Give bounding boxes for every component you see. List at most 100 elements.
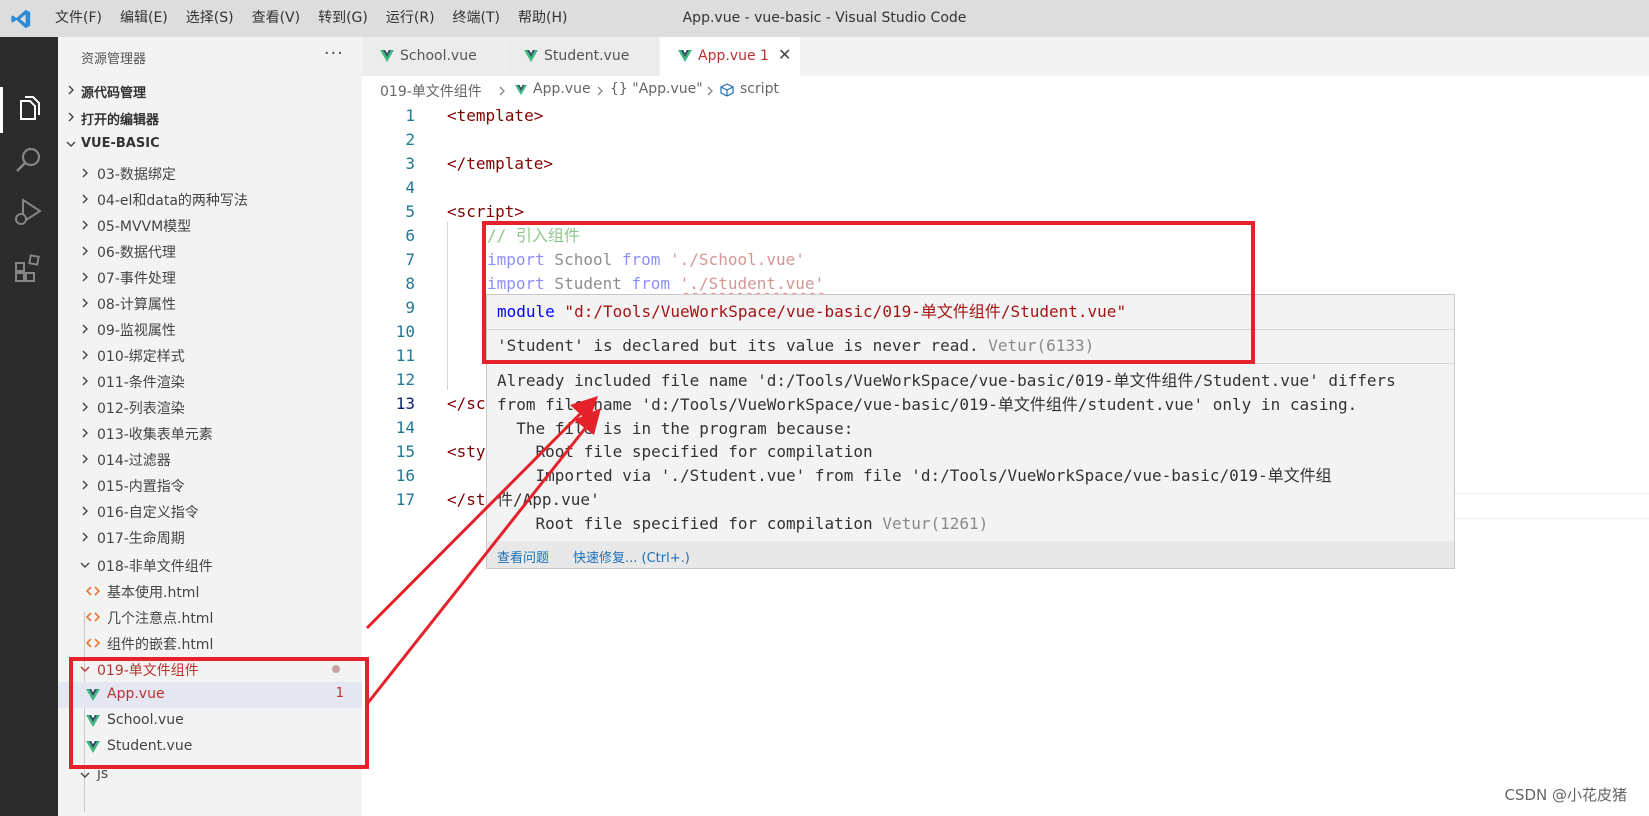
chevron-right-icon: [68, 112, 74, 122]
folder-item[interactable]: 06-数据代理: [58, 238, 362, 264]
chevron-right-icon: [597, 86, 603, 96]
sidebar-header: 资源管理器 ···: [58, 37, 362, 75]
folder-019[interactable]: 019-单文件组件: [58, 656, 362, 682]
folder-item[interactable]: 014-过滤器: [58, 446, 362, 472]
menu-run[interactable]: 运行(R): [377, 0, 444, 37]
line-number: 4: [405, 178, 415, 197]
folder-label: 09-监视属性: [97, 323, 176, 339]
folder-item[interactable]: 011-条件渲染: [58, 368, 362, 394]
folder-item[interactable]: 013-收集表单元素: [58, 420, 362, 446]
line-number: 2: [405, 130, 415, 149]
breadcrumb-module[interactable]: {} "App.vue": [610, 81, 703, 97]
folder-label: 07-事件处理: [97, 271, 176, 287]
run-debug-icon[interactable]: [12, 195, 46, 229]
menu-selection[interactable]: 选择(S): [177, 0, 243, 37]
error-line-4: Root file specified for compilation: [497, 442, 873, 461]
breadcrumb-file[interactable]: App.vue: [533, 81, 591, 97]
warning-source: Vetur(6133): [988, 336, 1095, 355]
file-school-vue[interactable]: School.vue: [58, 708, 362, 734]
view-problem-link[interactable]: 查看问题: [497, 547, 549, 566]
section-open-editors[interactable]: 打开的编辑器: [58, 104, 362, 130]
keyword-from: from: [631, 274, 671, 293]
line-number: 1: [405, 106, 415, 125]
folder-label: 014-过滤器: [97, 453, 171, 469]
chevron-right-icon: [82, 272, 88, 282]
menu-file[interactable]: 文件(F): [46, 0, 111, 37]
error-line-1: Already included file name 'd:/Tools/Vue…: [497, 371, 1396, 390]
menu-edit[interactable]: 编辑(E): [111, 0, 177, 37]
folder-label: 017-生命周期: [97, 531, 185, 547]
folder-item[interactable]: 010-绑定样式: [58, 342, 362, 368]
file-student-vue[interactable]: Student.vue: [58, 734, 362, 760]
extensions-icon[interactable]: [12, 251, 46, 285]
menu-go[interactable]: 转到(G): [309, 0, 377, 37]
code-text: </sc: [447, 394, 486, 413]
folder-label: 06-数据代理: [97, 245, 176, 261]
folder-item[interactable]: 012-列表渲染: [58, 394, 362, 420]
tab-school-vue[interactable]: School.vue: [362, 37, 506, 76]
folder-item[interactable]: 08-计算属性: [58, 290, 362, 316]
line-number: 10: [395, 322, 415, 341]
tab-app-vue[interactable]: App.vue 1 ✕: [660, 37, 801, 76]
sidebar-title: 资源管理器: [81, 52, 147, 67]
file-basic-html[interactable]: 基本使用.html: [58, 578, 362, 604]
code-line-6: 6 // 引入组件: [362, 224, 1649, 248]
folder-label: 015-内置指令: [97, 479, 185, 495]
menu-view[interactable]: 查看(V): [243, 0, 310, 37]
code-line-5: 5 <script>: [362, 200, 1649, 224]
file-label: 组件的嵌套.html: [107, 637, 214, 653]
search-icon[interactable]: [12, 143, 46, 177]
folder-item[interactable]: 016-自定义指令: [58, 498, 362, 524]
breadcrumb: 019-单文件组件 App.vue {} "App.vue" script: [362, 76, 1649, 104]
chevron-down-icon: [80, 772, 90, 778]
code-line-2: 2: [362, 128, 1649, 152]
folder-label: 05-MVVM模型: [97, 219, 192, 235]
chevron-right-icon: [82, 246, 88, 256]
html-file-icon: [86, 612, 100, 622]
tab-label: App.vue: [698, 48, 756, 64]
folder-label: js: [97, 766, 109, 782]
folder-item[interactable]: 015-内置指令: [58, 472, 362, 498]
folder-018[interactable]: 018-非单文件组件: [58, 552, 362, 578]
folder-item[interactable]: 03-数据绑定: [58, 160, 362, 186]
tab-student-vue[interactable]: Student.vue: [506, 37, 660, 76]
folder-item[interactable]: 05-MVVM模型: [58, 212, 362, 238]
folder-item[interactable]: 07-事件处理: [58, 264, 362, 290]
file-notes-html[interactable]: 几个注意点.html: [58, 604, 362, 630]
file-label: App.vue: [107, 686, 165, 702]
explorer-icon[interactable]: [12, 93, 46, 127]
breadcrumb-folder[interactable]: 019-单文件组件: [380, 81, 482, 101]
folder-js[interactable]: js: [58, 762, 362, 788]
menu-help[interactable]: 帮助(H): [509, 0, 576, 37]
quick-fix-link[interactable]: 快速修复... (Ctrl+.): [573, 547, 690, 566]
folder-label: 011-条件渲染: [97, 375, 185, 391]
folder-label: 018-非单文件组件: [97, 559, 213, 575]
problem-dot: [332, 665, 340, 673]
chevron-right-icon: [82, 532, 88, 542]
html-file-icon: [86, 638, 100, 648]
close-icon[interactable]: ✕: [778, 45, 791, 64]
file-app-vue[interactable]: App.vue 1: [58, 682, 362, 708]
more-actions-icon[interactable]: ···: [324, 43, 344, 64]
folder-item[interactable]: 09-监视属性: [58, 316, 362, 342]
code-line-4: 4: [362, 176, 1649, 200]
error-line-5: Imported via './Student.vue' from file '…: [497, 466, 1332, 485]
section-source-control[interactable]: 源代码管理: [58, 77, 362, 103]
file-nesting-html[interactable]: 组件的嵌套.html: [58, 630, 362, 656]
section-workspace[interactable]: VUE-BASIC: [58, 131, 362, 157]
folder-item[interactable]: 04-el和data的两种写法: [58, 186, 362, 212]
chevron-right-icon: [82, 480, 88, 490]
problem-count-badge: 1: [335, 686, 344, 701]
menu-terminal[interactable]: 终端(T): [444, 0, 509, 37]
identifier-school: School: [544, 250, 622, 269]
folder-item[interactable]: 017-生命周期: [58, 524, 362, 550]
vue-file-icon: [524, 50, 538, 62]
section-label: 打开的编辑器: [81, 113, 160, 128]
code-line-8: 8 import Student from './Student.vue': [362, 272, 1649, 296]
tab-problem-count: 1: [760, 48, 769, 64]
folder-label: 016-自定义指令: [97, 505, 199, 521]
file-label: School.vue: [107, 712, 184, 728]
breadcrumb-symbol[interactable]: script: [740, 81, 779, 97]
folder-label: 04-el和data的两种写法: [97, 193, 248, 209]
line-number: 16: [395, 466, 415, 485]
